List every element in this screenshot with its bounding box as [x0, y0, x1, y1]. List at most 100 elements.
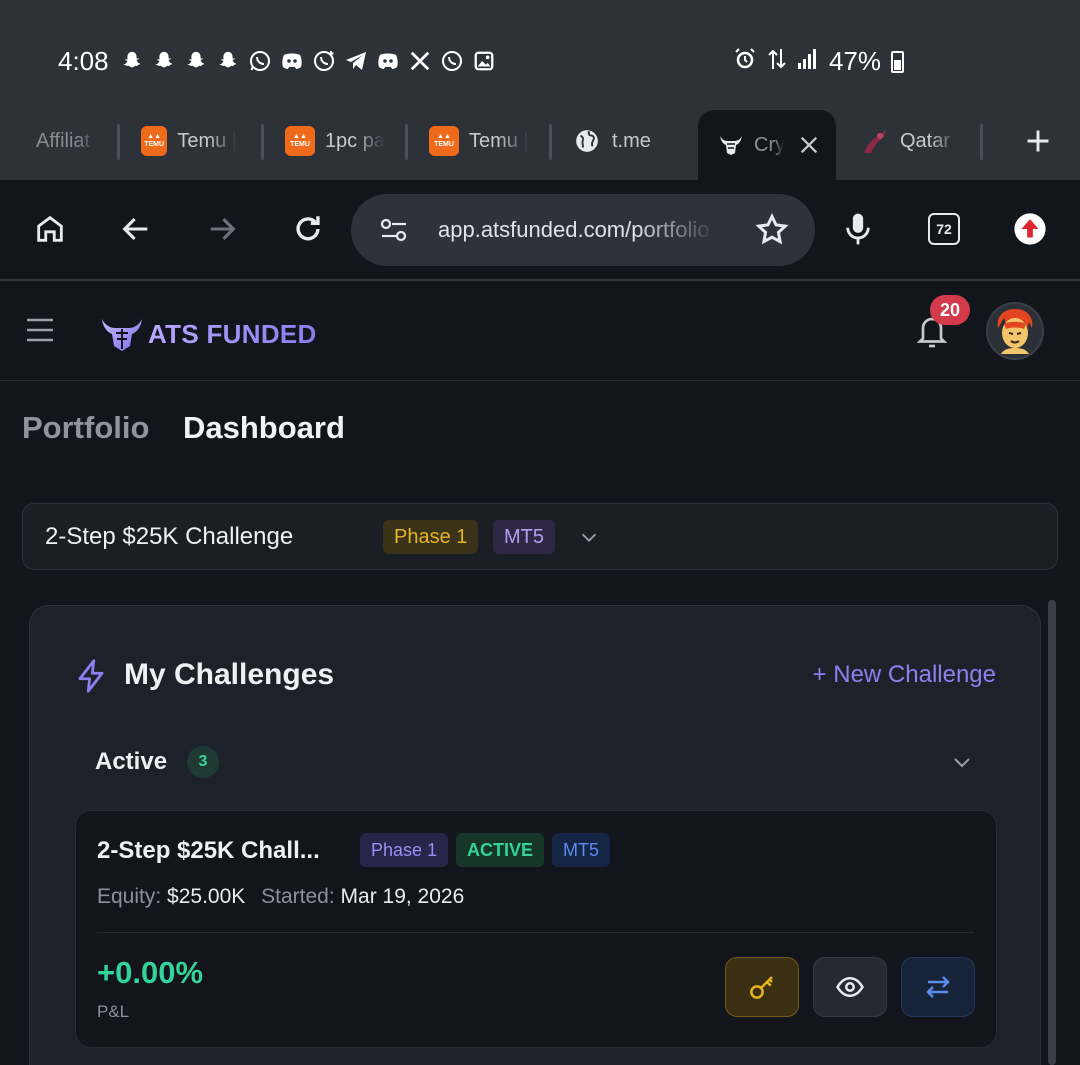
tab-label: Temu | — [177, 129, 237, 152]
new-challenge-button[interactable]: + New Challenge — [813, 661, 996, 689]
view-button[interactable] — [813, 957, 887, 1017]
update-arrow-icon — [1013, 212, 1047, 246]
page-title: Dashboard — [183, 410, 345, 445]
avatar[interactable] — [986, 302, 1044, 360]
started-label: Started: — [261, 885, 335, 908]
started-value: Mar 19, 2026 — [340, 885, 465, 908]
temu-logo-icon: ▲▲ TEMU — [429, 126, 459, 156]
challenge-selector[interactable]: 2-Step $25K Challenge Phase 1 MT5 — [22, 503, 1058, 570]
new-tab-button[interactable] — [1018, 110, 1058, 172]
tab-affiliate[interactable]: Affiliat — [36, 110, 96, 172]
avatar-image — [997, 309, 1033, 354]
snapchat-icon — [216, 48, 240, 74]
equity-value: $25.00K — [167, 885, 246, 908]
tab-telegram[interactable]: t.me — [574, 110, 684, 172]
data-transfer-icon — [767, 47, 787, 76]
url-bar[interactable]: app.atsfunded.com/portfolio — [351, 194, 815, 266]
chevron-down-icon — [578, 526, 600, 548]
battery-percent: 47% — [828, 46, 881, 76]
snapchat-icon — [120, 48, 144, 74]
phase-badge: Phase 1 — [383, 520, 479, 554]
arrow-left-icon — [119, 212, 153, 246]
temu-logo-icon: ▲▲ TEMU — [285, 126, 315, 156]
tab-temu-1[interactable]: ▲▲ TEMU Temu | — [141, 110, 237, 172]
tab-label: Temu | — [469, 129, 529, 152]
plus-icon — [1024, 127, 1052, 155]
tab-separator — [405, 124, 408, 160]
status-time: 4:08 — [58, 46, 109, 76]
transfer-button[interactable] — [901, 957, 975, 1017]
home-button[interactable] — [26, 205, 74, 253]
alarm-icon — [733, 47, 757, 76]
whatsapp-business-icon — [312, 48, 336, 74]
url-text[interactable]: app.atsfunded.com/portfolio — [438, 217, 718, 243]
reload-button[interactable] — [284, 205, 332, 253]
section-title: My Challenges — [124, 658, 335, 691]
phase-badge: Phase 1 — [360, 833, 449, 867]
tab-ats-active[interactable]: Cry — [698, 110, 836, 180]
status-bar: 4:08 47% — [0, 0, 1080, 110]
tab-separator — [261, 124, 264, 160]
arrow-right-icon — [205, 212, 239, 246]
tab-separator — [549, 124, 552, 160]
eye-icon — [835, 972, 865, 1002]
tab-qatar[interactable]: Qatar — [860, 110, 960, 172]
active-count-badge: 3 — [187, 746, 219, 778]
pnl-label: P&L — [97, 1002, 130, 1021]
challenge-item[interactable]: 2-Step $25K Chall... Phase 1 ACTIVE MT5 … — [75, 810, 997, 1048]
x-icon — [408, 48, 432, 74]
equity-label: Equity: — [97, 885, 162, 908]
tab-temu-2[interactable]: ▲▲ TEMU 1pc pa — [285, 110, 385, 172]
tab-label: Cry — [754, 133, 784, 156]
tab-label: 1pc pa — [324, 129, 385, 152]
brand-logo[interactable]: ATS FUNDED — [100, 315, 317, 353]
globe-icon — [574, 128, 600, 154]
home-icon — [33, 212, 67, 246]
pnl-value: +0.00% — [97, 955, 204, 990]
tab-count: 72 — [928, 213, 960, 245]
challenge-title: 2-Step $25K Chall... — [97, 837, 320, 864]
tab-label: Qatar — [900, 129, 951, 152]
selected-challenge-title: 2-Step $25K Challenge — [45, 523, 294, 550]
app-header: ATS FUNDED — [0, 283, 1080, 381]
update-button[interactable] — [1006, 205, 1054, 253]
status-badge: ACTIVE — [456, 833, 545, 867]
divider — [97, 932, 974, 933]
browser-toolbar: app.atsfunded.com/portfolio 72 — [0, 180, 1080, 281]
credentials-button[interactable] — [725, 957, 799, 1017]
discord-icon — [376, 48, 400, 74]
notification-icons — [120, 48, 496, 74]
bull-logo-icon — [100, 315, 144, 353]
system-status: 47% — [733, 46, 904, 77]
breadcrumb-portfolio[interactable]: Portfolio — [22, 410, 149, 446]
voice-search-button[interactable] — [834, 205, 882, 253]
tab-separator — [117, 124, 120, 160]
microphone-icon — [842, 211, 874, 247]
notification-count-badge: 20 — [930, 295, 970, 325]
whatsapp-icon — [248, 48, 272, 74]
chevron-down-icon[interactable] — [950, 750, 974, 774]
scrollbar[interactable] — [1048, 600, 1056, 1065]
tab-switcher-button[interactable]: 72 — [920, 205, 968, 253]
whatsapp-icon — [440, 48, 464, 74]
forward-button[interactable] — [198, 205, 246, 253]
signal-icon — [797, 48, 819, 75]
ats-logo-icon — [718, 134, 744, 156]
gallery-icon — [472, 48, 496, 74]
tab-label: t.me — [612, 129, 651, 152]
back-button[interactable] — [112, 205, 160, 253]
snapchat-icon — [152, 48, 176, 74]
active-group-label[interactable]: Active — [95, 748, 167, 776]
challenge-meta: Equity: $25.00K Started: Mar 19, 2026 — [97, 885, 464, 909]
platform-badge: MT5 — [493, 520, 555, 554]
site-settings-icon[interactable] — [379, 216, 409, 244]
swap-arrows-icon — [923, 972, 953, 1002]
close-tab-icon[interactable] — [798, 134, 820, 156]
airline-icon — [860, 127, 890, 155]
star-icon[interactable] — [754, 212, 790, 248]
tab-temu-3[interactable]: ▲▲ TEMU Temu | — [429, 110, 529, 172]
my-challenges-card: My Challenges + New Challenge Active 3 2… — [29, 605, 1041, 1065]
snapchat-icon — [184, 48, 208, 74]
menu-icon[interactable] — [26, 317, 54, 343]
browser-tab-strip: Affiliat ▲▲ TEMU Temu | ▲▲ TEMU 1pc pa ▲▲ T… — [0, 110, 1080, 180]
